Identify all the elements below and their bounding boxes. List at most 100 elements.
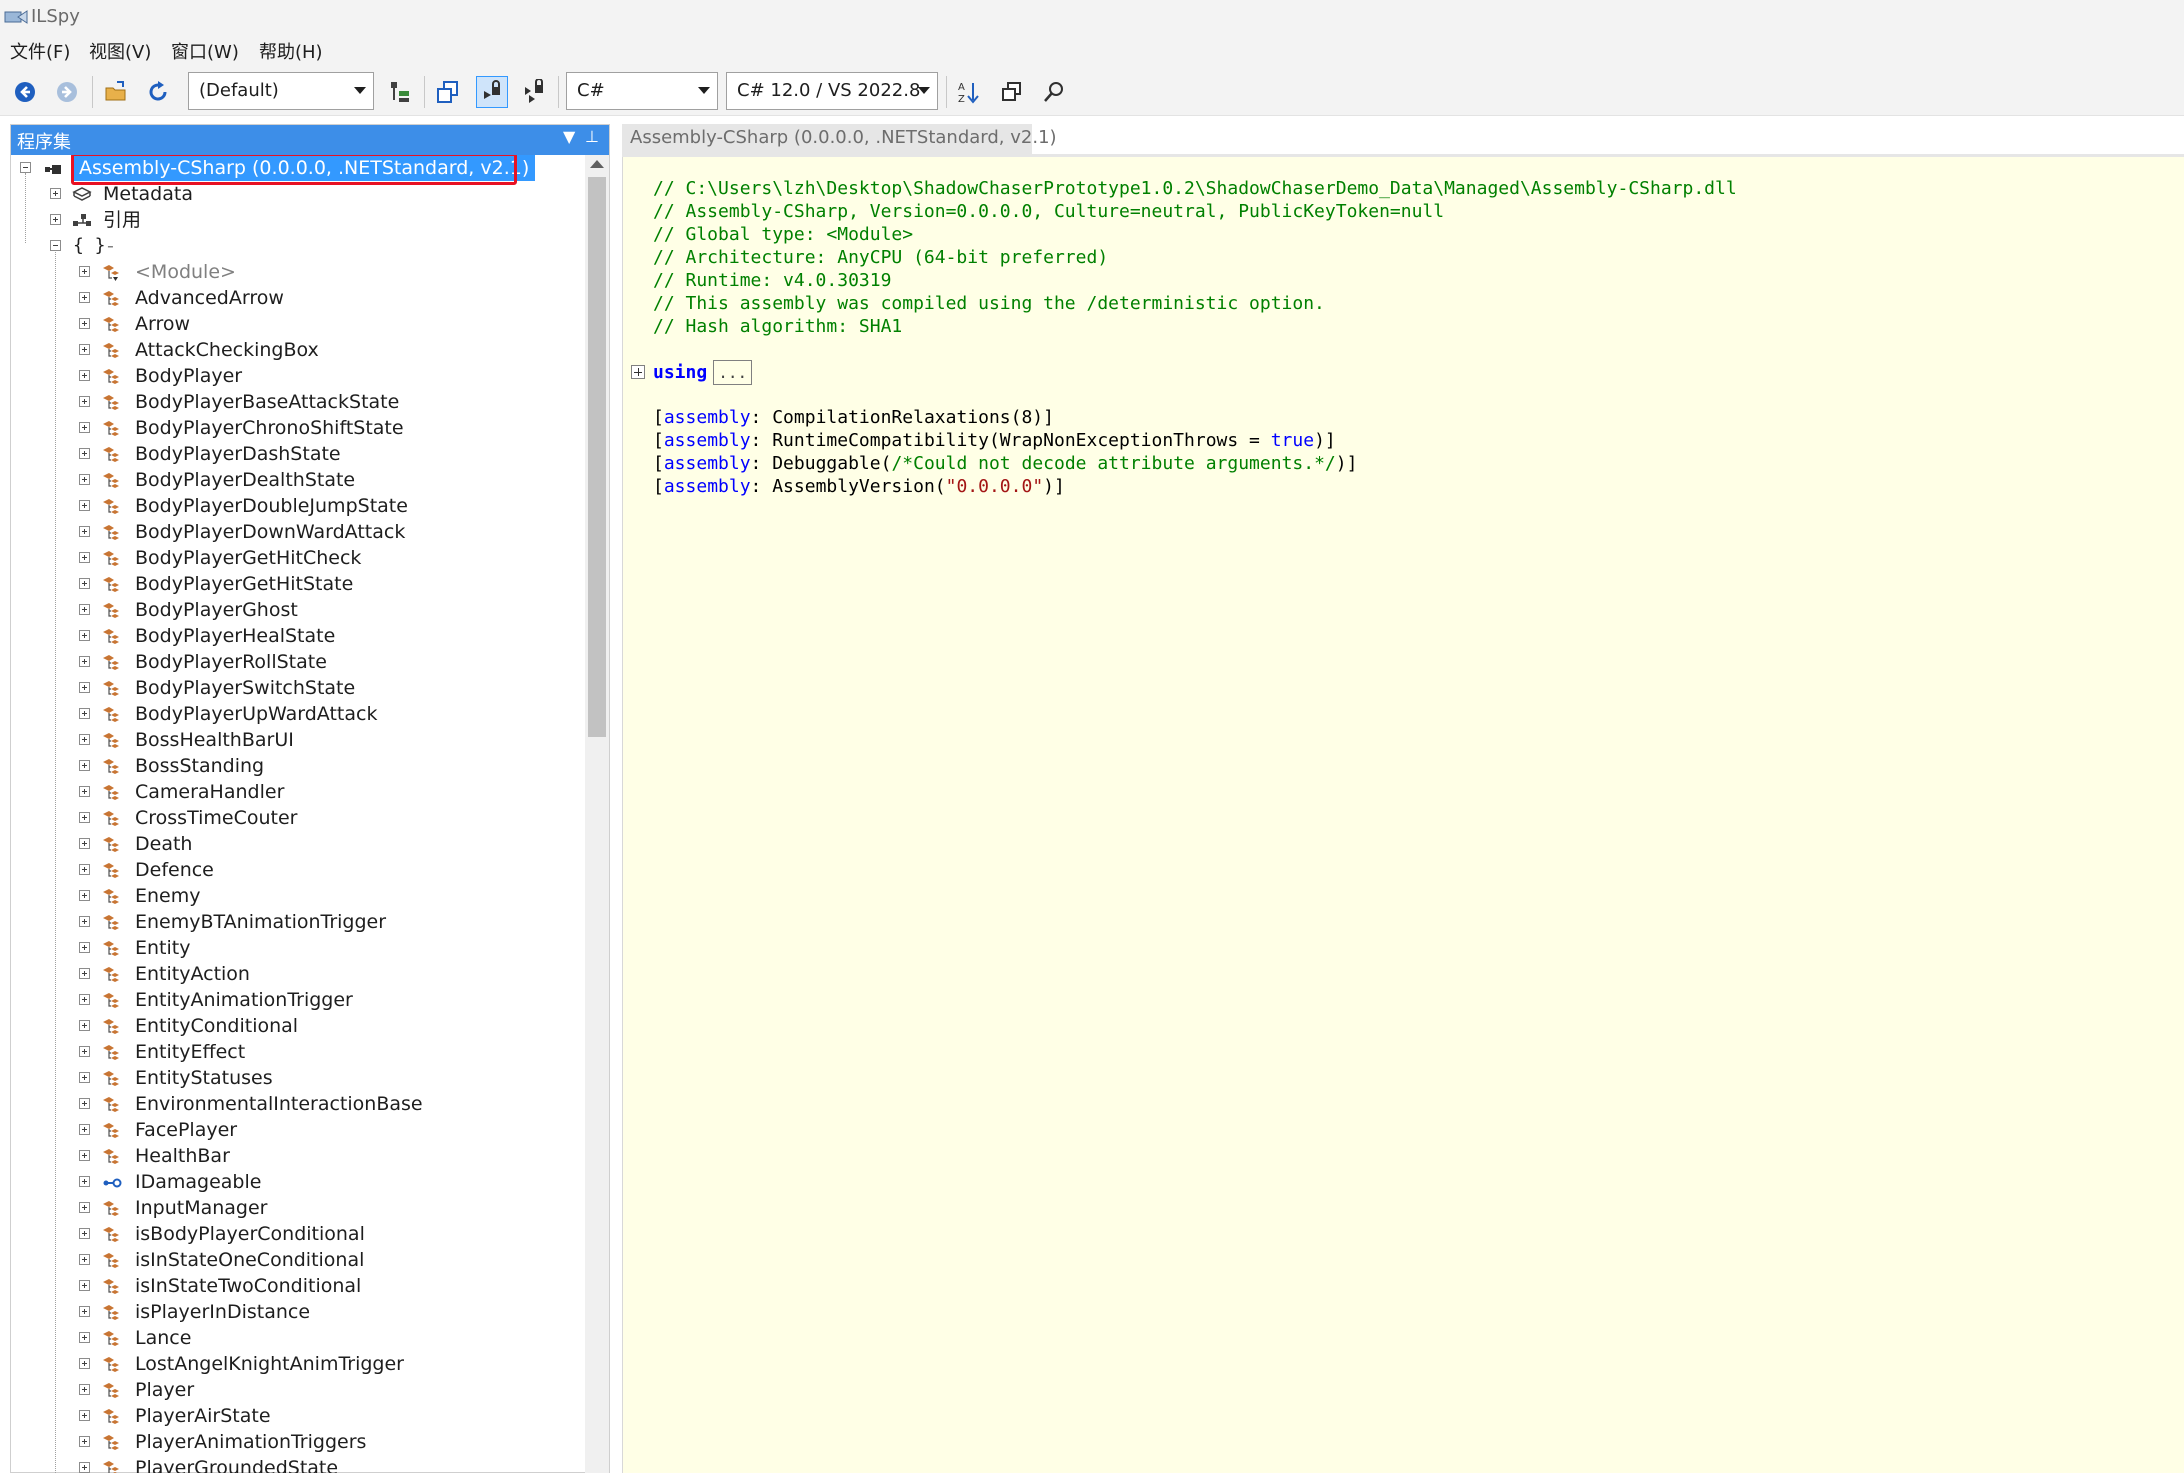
- tree-node-type[interactable]: BodyPlayerUpWardAttack: [11, 701, 585, 727]
- tree-node-type[interactable]: Arrow: [11, 311, 585, 337]
- expand-icon[interactable]: [79, 1176, 90, 1187]
- menu-view[interactable]: 视图(V): [89, 38, 151, 64]
- expand-icon[interactable]: [79, 1098, 90, 1109]
- expand-icon[interactable]: [79, 786, 90, 797]
- expand-icon[interactable]: [79, 1462, 90, 1473]
- tree-node-type[interactable]: Lance: [11, 1325, 585, 1351]
- decompiled-code-view[interactable]: // C:\Users\lzh\Desktop\ShadowChaserProt…: [622, 157, 2184, 1473]
- expand-icon[interactable]: [50, 214, 61, 225]
- tree-node-type[interactable]: Entity: [11, 935, 585, 961]
- tree-node-type[interactable]: InputManager: [11, 1195, 585, 1221]
- tree-node-type[interactable]: isInStateTwoConditional: [11, 1273, 585, 1299]
- expand-icon[interactable]: [79, 812, 90, 823]
- expand-icon[interactable]: [79, 864, 90, 875]
- pane-menu-chevron-icon[interactable]: ▼: [563, 127, 575, 146]
- expand-icon[interactable]: [79, 1046, 90, 1057]
- menu-help[interactable]: 帮助(H): [259, 38, 323, 64]
- expand-icon[interactable]: [79, 552, 90, 563]
- tree-node-type[interactable]: LostAngelKnightAnimTrigger: [11, 1351, 585, 1377]
- tree-node-metadata[interactable]: Metadata: [11, 181, 585, 207]
- expand-icon[interactable]: [79, 994, 90, 1005]
- expand-icon[interactable]: [79, 266, 90, 277]
- tree-node-type[interactable]: EntityEffect: [11, 1039, 585, 1065]
- tree-node-type[interactable]: BodyPlayerSwitchState: [11, 675, 585, 701]
- tree-node-type[interactable]: IDamageable: [11, 1169, 585, 1195]
- tree-node-type[interactable]: isBodyPlayerConditional: [11, 1221, 585, 1247]
- tree-node-type[interactable]: PlayerGroundedState: [11, 1455, 585, 1473]
- tree-node-type[interactable]: BodyPlayerGetHitCheck: [11, 545, 585, 571]
- expand-icon[interactable]: [79, 838, 90, 849]
- open-folder-icon[interactable]: [100, 76, 132, 108]
- expand-icon[interactable]: [79, 292, 90, 303]
- tree-node-type[interactable]: PlayerAirState: [11, 1403, 585, 1429]
- expand-icon[interactable]: [79, 344, 90, 355]
- tree-node-type[interactable]: AttackCheckingBox: [11, 337, 585, 363]
- tree-node-type[interactable]: isPlayerInDistance: [11, 1299, 585, 1325]
- tree-node-type[interactable]: EntityStatuses: [11, 1065, 585, 1091]
- tree-node-type[interactable]: BodyPlayerRollState: [11, 649, 585, 675]
- expand-icon[interactable]: [79, 578, 90, 589]
- back-icon[interactable]: [9, 76, 41, 108]
- tree-node-type[interactable]: Enemy: [11, 883, 585, 909]
- pin-icon[interactable]: ⊥: [585, 127, 599, 146]
- sort-icon[interactable]: AZ: [952, 76, 984, 108]
- tree-node-type[interactable]: BodyPlayerBaseAttackState: [11, 389, 585, 415]
- tree-node-type[interactable]: BodyPlayerHealState: [11, 623, 585, 649]
- tree-node-type[interactable]: FacePlayer: [11, 1117, 585, 1143]
- expand-icon[interactable]: [79, 734, 90, 745]
- expand-icon[interactable]: [79, 1254, 90, 1265]
- expand-icon[interactable]: [79, 942, 90, 953]
- expand-icon[interactable]: [79, 630, 90, 641]
- menu-file[interactable]: 文件(F): [10, 38, 70, 64]
- expand-icon[interactable]: [79, 1436, 90, 1447]
- menu-window[interactable]: 窗口(W): [171, 38, 239, 64]
- expand-icon[interactable]: [79, 708, 90, 719]
- expand-icon[interactable]: [79, 1228, 90, 1239]
- tree-node-type[interactable]: EntityAnimationTrigger: [11, 987, 585, 1013]
- tree-node-type[interactable]: Death: [11, 831, 585, 857]
- expand-icon[interactable]: [79, 656, 90, 667]
- reload-icon[interactable]: [142, 76, 174, 108]
- expand-icon[interactable]: [79, 1306, 90, 1317]
- new-window-icon[interactable]: [996, 76, 1028, 108]
- manage-assemblies-icon[interactable]: [384, 76, 416, 108]
- tree-node-type[interactable]: BodyPlayerDownWardAttack: [11, 519, 585, 545]
- tree-node-type[interactable]: BodyPlayerDealthState: [11, 467, 585, 493]
- assembly-list-dropdown[interactable]: (Default): [188, 72, 374, 110]
- expand-icon[interactable]: [79, 1020, 90, 1031]
- tree-node-type[interactable]: BossStanding: [11, 753, 585, 779]
- tree-node-type[interactable]: BodyPlayerChronoShiftState: [11, 415, 585, 441]
- show-public-only-icon[interactable]: [476, 76, 508, 108]
- tree-node-type[interactable]: <Module>: [11, 259, 585, 285]
- assembly-tree[interactable]: Assembly-CSharp (0.0.0.0, .NETStandard, …: [11, 155, 585, 1473]
- expand-icon[interactable]: [79, 448, 90, 459]
- tree-node-type[interactable]: PlayerAnimationTriggers: [11, 1429, 585, 1455]
- expand-icon[interactable]: [79, 1332, 90, 1343]
- language-dropdown[interactable]: C#: [566, 72, 718, 110]
- tree-node-type[interactable]: isInStateOneConditional: [11, 1247, 585, 1273]
- tree-node-type[interactable]: EntityConditional: [11, 1013, 585, 1039]
- expand-icon[interactable]: [79, 422, 90, 433]
- expand-icon[interactable]: [79, 968, 90, 979]
- tree-node-type[interactable]: EntityAction: [11, 961, 585, 987]
- expand-icon[interactable]: [79, 1384, 90, 1395]
- expand-icon[interactable]: [79, 1410, 90, 1421]
- tree-node-type[interactable]: BodyPlayerGhost: [11, 597, 585, 623]
- tree-node-type[interactable]: BodyPlayerGetHitState: [11, 571, 585, 597]
- expand-icon[interactable]: [79, 760, 90, 771]
- expand-icon[interactable]: [79, 396, 90, 407]
- collapse-icon[interactable]: [50, 240, 61, 251]
- expand-icon[interactable]: [79, 318, 90, 329]
- expand-icon[interactable]: [79, 1358, 90, 1369]
- scrollbar-thumb[interactable]: [588, 177, 606, 737]
- tree-node-type[interactable]: CameraHandler: [11, 779, 585, 805]
- language-version-dropdown[interactable]: C# 12.0 / VS 2022.8: [726, 72, 938, 110]
- expand-icon[interactable]: [79, 916, 90, 927]
- tree-node-type[interactable]: BodyPlayer: [11, 363, 585, 389]
- scroll-up-icon[interactable]: [590, 160, 604, 168]
- tree-node-type[interactable]: HealthBar: [11, 1143, 585, 1169]
- document-tab[interactable]: Assembly-CSharp (0.0.0.0, .NETStandard, …: [622, 124, 1057, 154]
- expand-icon[interactable]: [79, 370, 90, 381]
- tree-node-type[interactable]: BodyPlayerDashState: [11, 441, 585, 467]
- expand-icon[interactable]: [50, 188, 61, 199]
